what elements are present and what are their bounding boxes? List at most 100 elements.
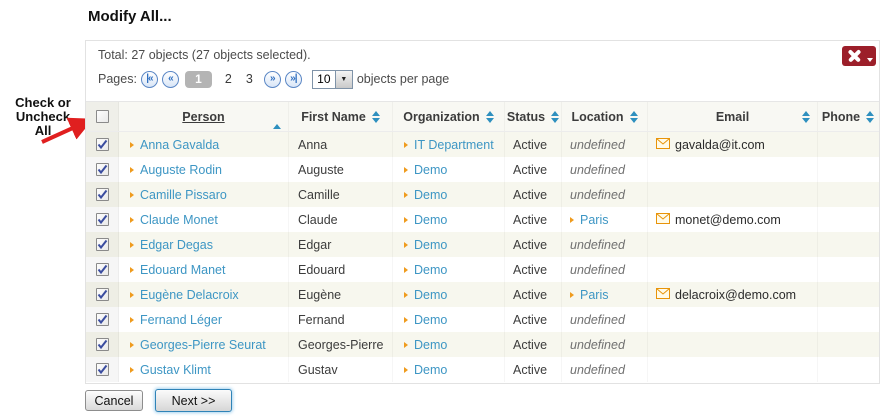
page-number-link[interactable]: 2 xyxy=(225,72,232,86)
organization-cell: Demo xyxy=(393,332,505,357)
email-cell xyxy=(648,307,818,332)
next-button[interactable]: Next >> xyxy=(155,389,232,412)
table-header-row: PersonFirst NameOrganizationStatusLocati… xyxy=(86,102,879,132)
per-page-value: 10 xyxy=(313,71,335,88)
person-cell: Anna Gavalda xyxy=(119,132,289,157)
person-link[interactable]: Edgar Degas xyxy=(140,238,213,252)
row-select-cell xyxy=(86,332,119,357)
status-cell: Active xyxy=(505,332,562,357)
first-name-cell: Eugène xyxy=(289,282,393,307)
table-row: Camille Pissaro Camille Demo Activeundefine… xyxy=(86,182,879,207)
column-header-phone[interactable]: Phone xyxy=(818,102,878,131)
email-cell: monet@demo.com xyxy=(648,207,818,232)
status-cell: Active xyxy=(505,232,562,257)
row-checkbox[interactable] xyxy=(96,188,109,201)
tools-menu-button[interactable] xyxy=(842,46,876,66)
status-cell: Active xyxy=(505,207,562,232)
next-page-button[interactable]: » xyxy=(264,71,281,88)
organization-link[interactable]: Demo xyxy=(414,238,447,252)
organization-link[interactable]: Demo xyxy=(414,313,447,327)
sortable-icon xyxy=(630,111,638,123)
row-checkbox[interactable] xyxy=(96,163,109,176)
row-checkbox[interactable] xyxy=(96,213,109,226)
page-links: 23 xyxy=(218,72,260,86)
person-cell: Eugène Delacroix xyxy=(119,282,289,307)
first-name-cell: Gustav xyxy=(289,357,393,382)
column-header-org[interactable]: Organization xyxy=(393,102,505,131)
column-header-loc[interactable]: Location xyxy=(562,102,648,131)
row-select-cell xyxy=(86,157,119,182)
table-row: Fernand LégerFernandDemoActiveundefined xyxy=(86,307,879,332)
phone-cell xyxy=(818,207,878,232)
person-link[interactable]: Eugène Delacroix xyxy=(140,288,239,302)
page-number-link[interactable]: 3 xyxy=(246,72,253,86)
organization-link[interactable]: Demo xyxy=(414,263,447,277)
status-cell: Active xyxy=(505,182,562,207)
status-cell: Active xyxy=(505,257,562,282)
organization-link[interactable]: Demo xyxy=(414,338,447,352)
organization-link[interactable]: Demo xyxy=(414,213,447,227)
table-row: Gustav KlimtGustavDemoActiveundefined xyxy=(86,357,879,382)
orange-arrow-bullet-icon xyxy=(404,317,408,323)
location-cell: Paris xyxy=(562,207,648,232)
first-name-cell: Fernand xyxy=(289,307,393,332)
previous-page-button[interactable]: « xyxy=(162,71,179,88)
row-select-cell xyxy=(86,357,119,382)
cancel-button[interactable]: Cancel xyxy=(85,390,143,411)
person-link[interactable]: Fernand Léger xyxy=(140,313,222,327)
location-cell: undefined xyxy=(562,157,648,182)
location-link[interactable]: Paris xyxy=(580,288,608,302)
organization-link[interactable]: Demo xyxy=(414,363,447,377)
person-link[interactable]: Claude Monet xyxy=(140,213,218,227)
row-checkbox[interactable] xyxy=(96,263,109,276)
person-cell: Edgar Degas xyxy=(119,232,289,257)
status-cell: Active xyxy=(505,132,562,157)
first-name-cell: Claude xyxy=(289,207,393,232)
orange-arrow-bullet-icon xyxy=(570,292,574,298)
organization-cell: IT Department xyxy=(393,132,505,157)
column-header-first[interactable]: First Name xyxy=(289,102,393,131)
person-link[interactable]: Georges-Pierre Seurat xyxy=(140,338,266,352)
first-name-cell: Camille xyxy=(289,182,393,207)
organization-link[interactable]: Demo xyxy=(414,163,447,177)
row-checkbox[interactable] xyxy=(96,138,109,151)
table-row: Georges-Pierre SeuratGeorges-PierreDemoA… xyxy=(86,332,879,357)
organization-link[interactable]: Demo xyxy=(414,288,447,302)
orange-arrow-bullet-icon xyxy=(404,142,408,148)
email-envelope-icon xyxy=(656,138,670,152)
row-checkbox[interactable] xyxy=(96,288,109,301)
column-header-person[interactable]: Person xyxy=(119,102,289,131)
last-page-button[interactable]: »| xyxy=(285,71,302,88)
select-all-checkbox[interactable] xyxy=(96,110,109,123)
row-checkbox[interactable] xyxy=(96,238,109,251)
column-header-email[interactable]: Email xyxy=(648,102,818,131)
column-header-status[interactable]: Status xyxy=(505,102,562,131)
row-checkbox[interactable] xyxy=(96,338,109,351)
email-cell xyxy=(648,157,818,182)
row-select-cell xyxy=(86,307,119,332)
person-link[interactable]: Camille Pissaro xyxy=(140,188,227,202)
first-page-button[interactable]: |« xyxy=(141,71,158,88)
location-cell: undefined xyxy=(562,182,648,207)
phone-cell xyxy=(818,232,878,257)
row-checkbox[interactable] xyxy=(96,363,109,376)
row-checkbox[interactable] xyxy=(96,313,109,326)
organization-link[interactable]: IT Department xyxy=(414,138,494,152)
objects-per-page-select[interactable]: 10 ▼ xyxy=(312,70,353,89)
orange-arrow-bullet-icon xyxy=(130,267,134,273)
location-link[interactable]: Paris xyxy=(580,213,608,227)
sortable-icon xyxy=(372,111,380,123)
organization-cell: Demo xyxy=(393,257,505,282)
person-link[interactable]: Edouard Manet xyxy=(140,263,225,277)
person-link[interactable]: Auguste Rodin xyxy=(140,163,222,177)
column-label: Phone xyxy=(822,110,860,124)
organization-cell: Demo xyxy=(393,207,505,232)
person-link[interactable]: Gustav Klimt xyxy=(140,363,211,377)
dropdown-arrow-icon[interactable]: ▼ xyxy=(335,71,352,88)
row-select-cell xyxy=(86,207,119,232)
sort-ascending-icon xyxy=(273,110,281,124)
column-label: Email xyxy=(716,110,749,124)
organization-cell: Demo xyxy=(393,282,505,307)
organization-link[interactable]: Demo xyxy=(414,188,447,202)
person-link[interactable]: Anna Gavalda xyxy=(140,138,219,152)
